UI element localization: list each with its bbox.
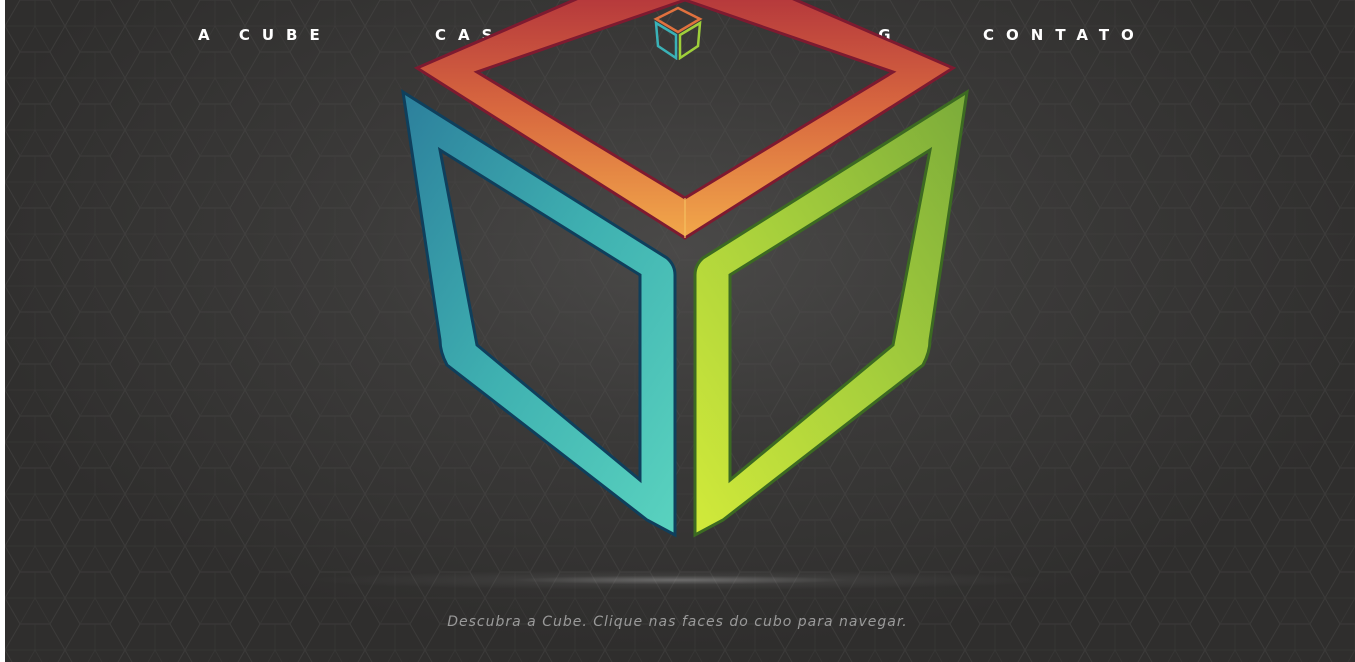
cube-logo-icon[interactable] bbox=[652, 6, 704, 60]
page: A CUBE CASES BLOG CONTATO bbox=[5, 0, 1355, 662]
cube-face-left[interactable] bbox=[401, 88, 677, 538]
hero-cube bbox=[401, 0, 969, 538]
cube-face-right[interactable] bbox=[693, 88, 969, 538]
cube-shadow bbox=[305, 560, 1055, 600]
hero-tagline: Descubra a Cube. Clique nas faces do cub… bbox=[447, 614, 908, 630]
nav-contato[interactable]: CONTATO bbox=[983, 26, 1146, 44]
nav-a-cube[interactable]: A CUBE bbox=[198, 26, 332, 44]
